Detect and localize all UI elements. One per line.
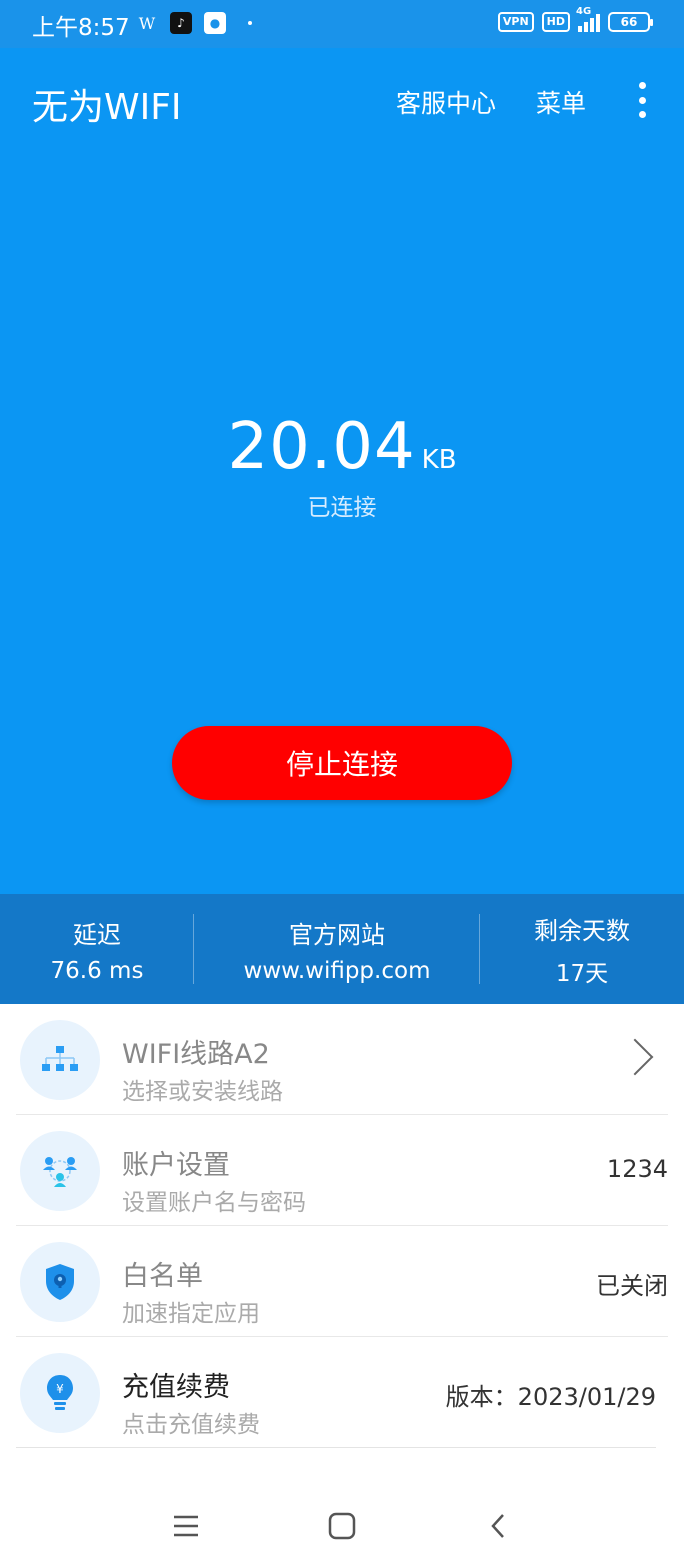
shield-icon xyxy=(20,1242,100,1322)
hd-badge: HD xyxy=(541,12,570,32)
weibo-notification-icon: W xyxy=(138,13,156,33)
latency-value: 76.6 ms xyxy=(50,957,144,984)
network-type: 4G xyxy=(576,6,592,17)
website-stat[interactable]: 官方网站 www.wifipp.com xyxy=(194,894,480,1004)
status-right-icons: VPN HD 4G 66 xyxy=(497,6,653,32)
traffic-value: 20.04 xyxy=(227,410,416,484)
latency-label: 延迟 xyxy=(73,920,121,949)
list-item-subtitle: 点击充值续费 xyxy=(122,1412,260,1438)
list-item-wifi-route[interactable]: WIFI线路A2 选择或安装线路 xyxy=(16,1004,668,1115)
status-bar: 上午8:57 W ♪ ● VPN HD 4G 66 xyxy=(0,0,684,48)
latency-stat: 延迟 76.6 ms xyxy=(0,894,194,1004)
list-item-recharge[interactable]: ¥ 充值续费 点击充值续费 版本：2023/01/29 xyxy=(16,1337,656,1448)
website-label: 官方网站 xyxy=(289,920,385,949)
list-item-title: 充值续费 xyxy=(122,1372,230,1403)
stats-bar: 延迟 76.6 ms 官方网站 www.wifipp.com 剩余天数 17天 xyxy=(0,894,684,1004)
settings-list: WIFI线路A2 选择或安装线路 账户设置 设置账户名与密码 1234 白名单 … xyxy=(0,1004,684,1448)
list-item-subtitle: 设置账户名与密码 xyxy=(122,1190,306,1216)
list-item-title: 白名单 xyxy=(122,1261,203,1292)
chevron-right-icon xyxy=(616,1038,654,1076)
recents-menu-icon[interactable] xyxy=(166,1506,206,1546)
list-item-account-settings[interactable]: 账户设置 设置账户名与密码 1234 xyxy=(16,1115,668,1226)
app-notification-icon: ● xyxy=(204,12,226,34)
more-options-icon[interactable] xyxy=(636,82,648,118)
battery-icon: 66 xyxy=(608,12,653,32)
battery-level: 66 xyxy=(620,15,638,29)
status-time: 上午8:57 xyxy=(32,15,130,41)
list-item-subtitle: 选择或安装线路 xyxy=(122,1079,283,1105)
remaining-days-label: 剩余天数 xyxy=(534,916,630,945)
lightbulb-yuan-icon: ¥ xyxy=(20,1353,100,1433)
home-square-icon[interactable] xyxy=(322,1506,362,1546)
network-route-icon xyxy=(20,1020,100,1100)
remaining-days-stat: 剩余天数 17天 xyxy=(480,894,684,1004)
remaining-days-value: 17天 xyxy=(555,960,609,987)
traffic-unit: KB xyxy=(421,445,457,475)
svg-text:¥: ¥ xyxy=(56,1382,64,1396)
users-icon xyxy=(20,1131,100,1211)
version-text: 版本：2023/01/29 xyxy=(445,1383,656,1411)
menu-link[interactable]: 菜单 xyxy=(536,84,586,120)
list-item-whitelist[interactable]: 白名单 加速指定应用 已关闭 xyxy=(16,1226,668,1337)
vpn-badge: VPN xyxy=(497,12,534,32)
list-item-subtitle: 加速指定应用 xyxy=(122,1301,260,1327)
list-item-title: 账户设置 xyxy=(122,1150,230,1181)
more-notifications-dot-icon xyxy=(248,21,252,25)
service-center-link[interactable]: 客服中心 xyxy=(396,84,496,120)
notification-icons: W ♪ ● xyxy=(136,12,252,34)
stop-connection-button[interactable]: 停止连接 xyxy=(172,726,512,800)
whitelist-status: 已关闭 xyxy=(596,1272,668,1300)
account-name-value: 1234 xyxy=(606,1155,668,1183)
connection-status: 已连接 xyxy=(307,495,377,521)
back-chevron-icon[interactable] xyxy=(478,1506,518,1546)
website-value[interactable]: www.wifipp.com xyxy=(244,958,431,984)
hero-panel: 无为WIFI 客服中心 菜单 20.04 KB 已连接 停止连接 xyxy=(0,48,684,894)
list-item-title: WIFI线路A2 xyxy=(122,1039,270,1070)
system-nav-bar xyxy=(0,1480,684,1568)
tiktok-notification-icon: ♪ xyxy=(170,12,192,34)
traffic-display: 20.04 KB xyxy=(0,410,684,484)
signal-icon: 4G xyxy=(576,6,600,32)
app-title: 无为WIFI xyxy=(32,87,182,128)
